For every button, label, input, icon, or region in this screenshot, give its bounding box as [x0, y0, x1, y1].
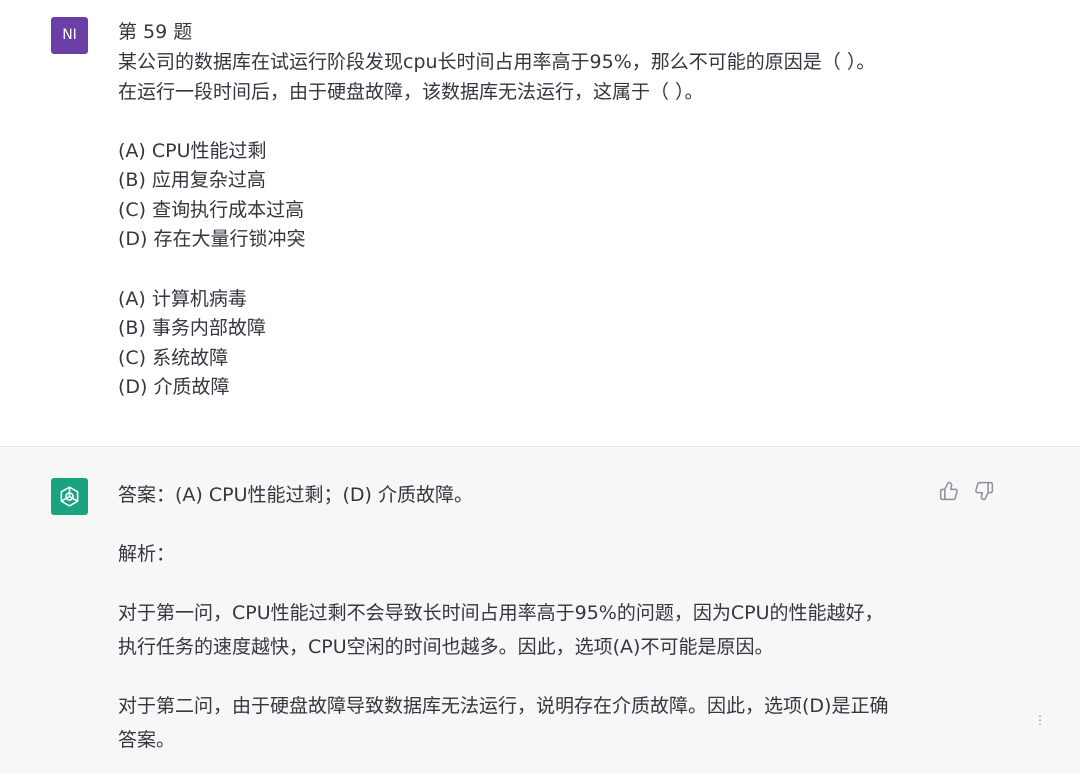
option-2-c: (C) 系统故障	[118, 347, 229, 369]
assistant-message: 答案：(A) CPU性能过剩；(D) 介质故障。 解析： 对于第一问，CPU性能…	[0, 447, 1080, 773]
option-2-a: (A) 计算机病毒	[118, 288, 247, 310]
paragraph-2-line-1: 对于第二问，由于硬盘故障导致数据库无法运行，说明存在介质故障。因此，选项(D)是…	[118, 695, 889, 717]
paragraph-1-line-1: 对于第一问，CPU性能过剩不会导致长时间占用率高于95%的问题，因为CPU的性能…	[118, 602, 884, 624]
user-avatar: NI	[51, 17, 88, 54]
question-title: 第 59 题	[118, 21, 193, 43]
option-2-b: (B) 事务内部故障	[118, 317, 266, 339]
option-1-d: (D) 存在大量行锁冲突	[118, 228, 306, 250]
question-2-text: 在运行一段时间后，由于硬盘故障，该数据库无法运行，这属于（ ）。	[118, 81, 704, 103]
option-1-a: (A) CPU性能过剩	[118, 140, 267, 162]
openai-logo-icon	[51, 478, 88, 515]
answer-text: 答案：(A) CPU性能过剩；(D) 介质故障。	[118, 484, 473, 506]
thumbs-down-icon[interactable]	[973, 480, 995, 502]
user-message: NI 第 59 题 某公司的数据库在试运行阶段发现cpu长时间占用率高于95%，…	[0, 0, 1080, 447]
option-2-d: (D) 介质故障	[118, 376, 230, 398]
option-1-c: (C) 查询执行成本过高	[118, 199, 305, 221]
question-1-text: 某公司的数据库在试运行阶段发现cpu长时间占用率高于95%，那么不可能的原因是（…	[118, 51, 876, 73]
paragraph-2-line-2: 答案。	[118, 729, 176, 751]
analysis-label: 解析：	[118, 543, 176, 565]
cursor-icon: ⋮	[1034, 713, 1046, 727]
option-1-b: (B) 应用复杂过高	[118, 169, 266, 191]
thumbs-up-icon[interactable]	[938, 480, 960, 502]
paragraph-1-line-2: 执行任务的速度越快，CPU空闲的时间也越多。因此，选项(A)不可能是原因。	[118, 636, 774, 658]
